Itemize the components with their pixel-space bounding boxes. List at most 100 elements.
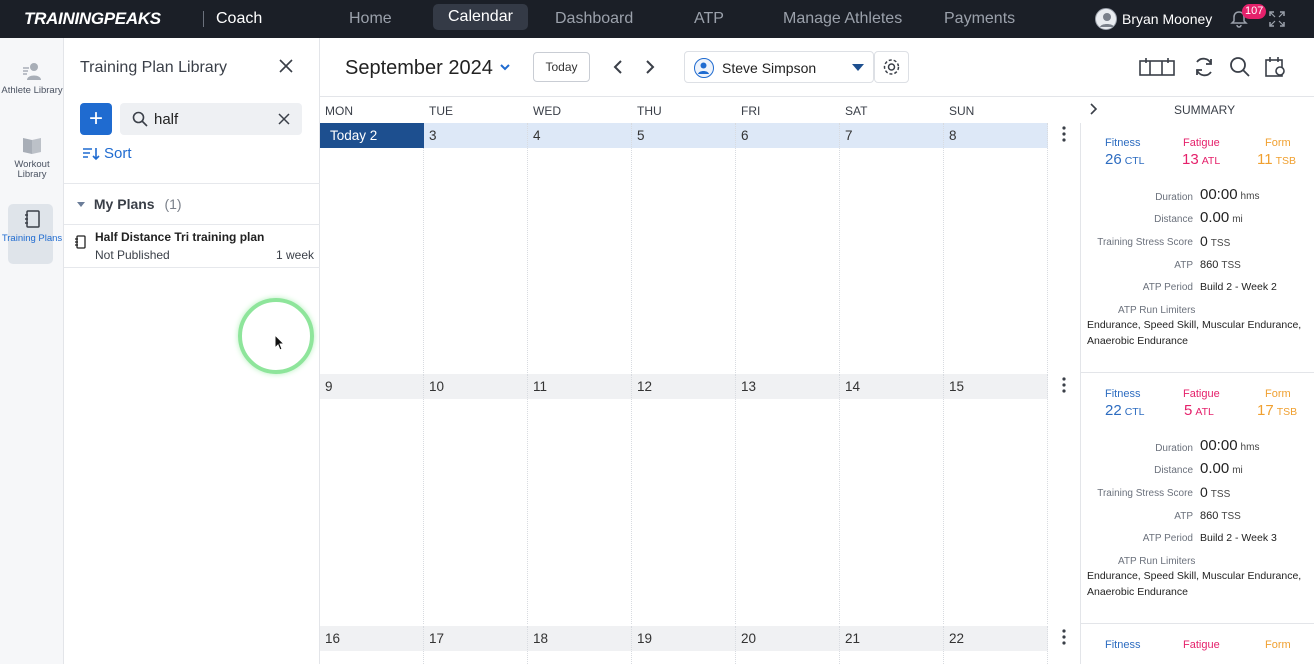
refresh-icon[interactable] xyxy=(1192,56,1216,78)
sort-button[interactable]: Sort xyxy=(82,145,132,162)
day-cell[interactable]: 10 xyxy=(424,374,528,624)
athlete-name: Steve Simpson xyxy=(722,60,817,76)
calendar-view-icon[interactable] xyxy=(1138,56,1176,78)
today-button[interactable]: Today xyxy=(533,52,590,82)
fatigue-label: Fatigue xyxy=(1183,639,1220,651)
day-cell[interactable]: 17 xyxy=(424,626,528,664)
nav-atp[interactable]: ATP xyxy=(694,10,724,28)
chevron-right-icon[interactable] xyxy=(1090,103,1098,115)
search-input[interactable] xyxy=(154,111,274,128)
atp-label: ATP xyxy=(1174,511,1193,522)
nav-home[interactable]: Home xyxy=(349,10,392,28)
day-number: 3 xyxy=(429,128,437,143)
day-number: 10 xyxy=(429,379,445,394)
workout-library-icon xyxy=(23,138,41,154)
day-cell[interactable]: 12 xyxy=(632,374,736,624)
week-menu-icon[interactable] xyxy=(1062,377,1066,393)
rail-label: Workout Library xyxy=(14,159,50,180)
summary-column: Fitness Fatigue Form 26 CTL 13 ATL 11 TSB D… xyxy=(1080,123,1314,664)
duration-value: 00:00 hms xyxy=(1200,186,1260,203)
day-cell[interactable]: 6 xyxy=(736,123,840,373)
plan-list-item[interactable]: Half Distance Tri training plan Not Publ… xyxy=(64,224,320,268)
training-plans-icon xyxy=(25,210,40,228)
rail-athlete-library[interactable]: Athlete Library xyxy=(0,60,64,96)
duration-value: 00:00 hms xyxy=(1200,437,1260,454)
calendar-settings-icon[interactable] xyxy=(1264,56,1288,78)
caret-down-icon xyxy=(77,202,85,207)
weekday-mon: MON xyxy=(325,104,353,118)
atp-period-label: ATP Period xyxy=(1142,533,1193,544)
distance-label: Distance xyxy=(1154,214,1193,225)
fitness-value: 26 CTL xyxy=(1105,151,1145,168)
day-number: 22 xyxy=(949,631,965,646)
day-number: 11 xyxy=(533,379,548,394)
day-cell[interactable]: 20 xyxy=(736,626,840,664)
form-label: Form xyxy=(1265,388,1291,400)
day-cell[interactable]: 22 xyxy=(944,626,1048,664)
day-number: 6 xyxy=(741,128,749,143)
tss-value: 0 TSS xyxy=(1200,233,1231,249)
week-menu-icon[interactable] xyxy=(1062,126,1066,142)
divider xyxy=(1081,372,1314,373)
search-icon[interactable] xyxy=(1228,56,1252,78)
top-nav: TRAININGPEAKS Coach Home Calendar Dashbo… xyxy=(0,0,1314,38)
day-cell[interactable]: 15 xyxy=(944,374,1048,624)
weekday-sun: SUN xyxy=(949,104,975,118)
day-cell[interactable]: 18 xyxy=(528,626,632,664)
day-number: 4 xyxy=(533,128,541,143)
weekday-fri: FRI xyxy=(741,104,761,118)
day-cell[interactable]: 5 xyxy=(632,123,736,373)
day-number: 14 xyxy=(845,379,861,394)
tss-label: Training Stress Score xyxy=(1097,237,1193,248)
clear-search-icon[interactable] xyxy=(278,113,290,125)
rail-workout-library[interactable]: Workout Library xyxy=(0,134,64,180)
day-number: 13 xyxy=(741,379,757,394)
chevron-right-icon[interactable] xyxy=(645,60,655,74)
nav-payments[interactable]: Payments xyxy=(944,10,1015,28)
day-cell[interactable]: 3 xyxy=(424,123,528,373)
chevron-down-icon[interactable] xyxy=(500,64,510,72)
close-icon[interactable] xyxy=(278,58,294,74)
panel-title: Training Plan Library xyxy=(80,59,228,76)
day-cell[interactable]: 21 xyxy=(840,626,944,664)
athlete-library-icon xyxy=(23,63,41,80)
day-number: 17 xyxy=(429,631,445,646)
form-value: 11 TSB xyxy=(1257,151,1296,168)
day-cell[interactable]: 4 xyxy=(528,123,632,373)
expand-icon[interactable] xyxy=(1268,10,1286,28)
day-cell[interactable]: 11 xyxy=(528,374,632,624)
day-cell[interactable]: 19 xyxy=(632,626,736,664)
nav-calendar[interactable]: Calendar xyxy=(433,4,528,30)
day-number: 12 xyxy=(637,379,653,394)
day-cell[interactable]: 9 xyxy=(320,374,424,624)
today-date-cell[interactable]: Today 2 xyxy=(320,123,424,148)
nav-manage-athletes[interactable]: Manage Athletes xyxy=(783,10,902,28)
settings-button[interactable] xyxy=(874,51,909,83)
day-number: 20 xyxy=(741,631,757,646)
tss-value: 0 TSS xyxy=(1200,484,1231,500)
month-selector[interactable]: September 2024 xyxy=(345,57,493,80)
user-avatar[interactable] xyxy=(1095,8,1117,30)
mouse-cursor-icon xyxy=(274,334,286,351)
day-cell[interactable]: 13 xyxy=(736,374,840,624)
add-plan-button[interactable]: + xyxy=(80,103,112,135)
day-cell[interactable]: 8 xyxy=(944,123,1048,373)
plan-status: Not Published xyxy=(95,248,170,262)
week-menu-icon[interactable] xyxy=(1062,629,1066,645)
logo-divider xyxy=(203,11,204,27)
group-label: My Plans xyxy=(93,196,155,212)
day-cell[interactable]: 7 xyxy=(840,123,944,373)
trainingpeaks-logo[interactable]: TRAININGPEAKS xyxy=(24,9,161,29)
search-icon xyxy=(132,111,148,127)
atp-limiters-value: Endurance, Speed Skill, Muscular Enduran… xyxy=(1087,570,1302,598)
user-name[interactable]: Bryan Mooney xyxy=(1122,11,1212,27)
chevron-left-icon[interactable] xyxy=(613,60,623,74)
day-cell[interactable]: 14 xyxy=(840,374,944,624)
fitness-label: Fitness xyxy=(1105,388,1141,400)
my-plans-group[interactable]: My Plans (1) xyxy=(76,196,182,212)
athlete-selector[interactable]: Steve Simpson xyxy=(684,51,874,83)
day-cell[interactable] xyxy=(320,148,424,373)
day-cell[interactable]: 16 xyxy=(320,626,424,664)
rail-training-plans[interactable]: Training Plans xyxy=(0,204,64,264)
nav-dashboard[interactable]: Dashboard xyxy=(555,10,633,28)
